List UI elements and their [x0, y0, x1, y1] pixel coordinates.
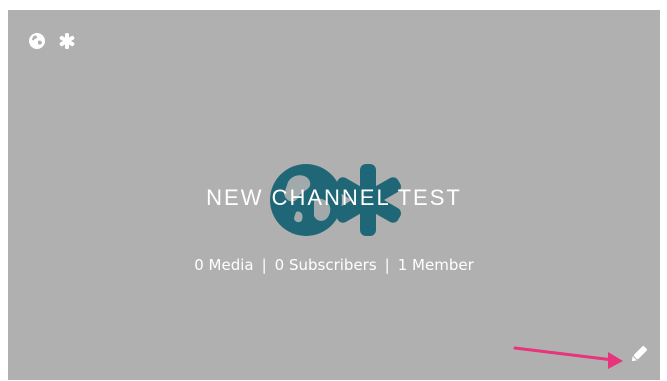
members-count: 1 Member	[397, 256, 474, 274]
stats-separator: |	[261, 256, 267, 274]
channel-card[interactable]: NEW CHANNEL TEST 0 Media | 0 Subscribers | 1…	[8, 10, 660, 380]
edit-button[interactable]	[628, 343, 650, 365]
top-icons	[28, 32, 76, 50]
globe-icon	[28, 32, 46, 50]
subscribers-count: 0 Subscribers	[274, 256, 377, 274]
arrow-annotation	[513, 346, 623, 369]
pencil-icon	[631, 345, 648, 362]
asterisk-icon	[58, 32, 76, 50]
media-count: 0 Media	[194, 256, 254, 274]
stats-separator: |	[384, 256, 390, 274]
channel-stats: 0 Media | 0 Subscribers | 1 Member	[8, 256, 660, 274]
channel-title: NEW CHANNEL TEST	[206, 185, 462, 210]
